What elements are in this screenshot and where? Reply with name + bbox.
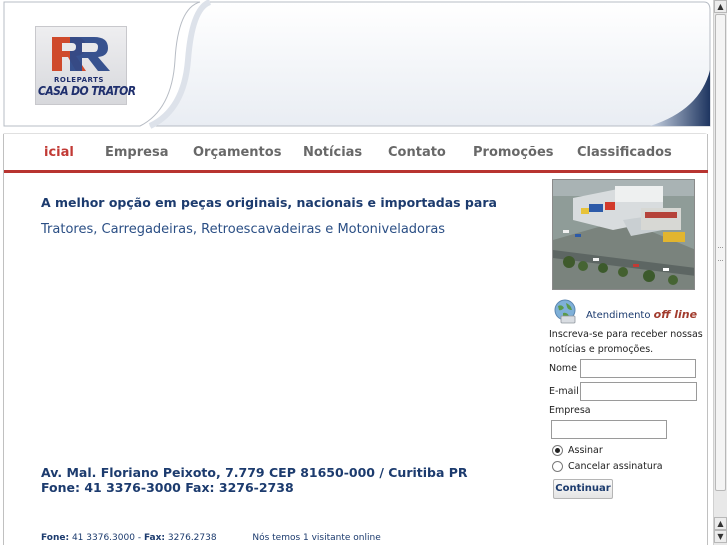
atendimento-globe-icon <box>554 299 576 324</box>
atendimento-offline: off line <box>653 308 698 321</box>
nav-item-noticias[interactable]: Notícias <box>303 145 362 160</box>
roleparts-logo[interactable]: ROLEPARTS CASA DO TRATOR <box>36 27 136 104</box>
email-label: E-mail <box>549 386 579 397</box>
footer-fone-label: Fone: <box>41 533 70 543</box>
atendimento-label: Atendimento <box>586 310 651 321</box>
nav-item-orcamentos[interactable]: Orçamentos <box>193 145 281 160</box>
radio-cancelar[interactable] <box>552 461 563 472</box>
scrollbar-thumb[interactable] <box>715 14 726 491</box>
nav-item-classificados[interactable]: Classificados <box>577 145 672 160</box>
header: ROLEPARTS CASA DO TRATOR <box>0 0 713 134</box>
atendimento-status: Atendimento off line <box>586 308 697 321</box>
phone-line: Fone: 41 3376-3000 Fax: 3276-2738 <box>41 480 294 495</box>
nav-item-contato[interactable]: Contato <box>388 145 446 160</box>
frame-left-border <box>3 134 4 545</box>
footer-separator: - <box>137 533 142 543</box>
email-field[interactable] <box>580 382 697 401</box>
main-nav: icial Empresa Orçamentos Notícias Contat… <box>4 134 708 174</box>
continuar-button[interactable]: Continuar <box>553 479 613 499</box>
address-line: Av. Mal. Floriano Peixoto, 7.779 CEP 816… <box>41 465 468 480</box>
scroll-up-icon[interactable]: ▲ <box>714 0 727 13</box>
radio-assinar-label: Assinar <box>568 445 603 456</box>
footer-fone-value: 41 3376.3000 <box>71 533 135 543</box>
logo-brand-name: CASA DO TRATOR <box>38 84 136 98</box>
footer-fax-label: Fax: <box>143 533 166 543</box>
footer: Fone: 41 3376.3000 - Fax: 3276.2738 Nós … <box>41 533 381 543</box>
nav-item-inicial[interactable]: icial <box>44 145 74 160</box>
store-photo <box>552 179 695 290</box>
scroll-down-icon[interactable]: ▼ <box>714 530 727 543</box>
scroll-up-icon-bottom[interactable]: ▲ <box>714 517 727 530</box>
nav-underline <box>4 170 708 173</box>
scrollbar-grip-icon <box>718 247 723 261</box>
nome-label: Nome <box>549 363 578 374</box>
logo-brand-top: ROLEPARTS <box>54 76 104 84</box>
newsletter-text-2: notícias e promoções. <box>549 344 654 355</box>
empresa-label: Empresa <box>549 405 591 416</box>
nome-field[interactable] <box>580 359 696 378</box>
address-block: Av. Mal. Floriano Peixoto, 7.779 CEP 816… <box>41 465 468 495</box>
empresa-field[interactable] <box>551 420 667 439</box>
newsletter-text-1: Inscreva-se para receber nossas <box>549 329 703 340</box>
vertical-scrollbar[interactable]: ▲ ▲ ▼ <box>713 0 727 545</box>
radio-assinar[interactable] <box>552 445 563 456</box>
main-subline: Tratores, Carregadeiras, Retroescavadeir… <box>41 222 446 237</box>
nav-item-promocoes[interactable]: Promoções <box>473 145 554 160</box>
page: ROLEPARTS CASA DO TRATOR icial Empresa O… <box>0 0 713 545</box>
radio-cancelar-label: Cancelar assinatura <box>568 461 663 472</box>
rr-logo-icon <box>52 37 110 71</box>
footer-fax-value: 3276.2738 <box>167 533 217 543</box>
main-headline: A melhor opção em peças originais, nacio… <box>41 195 497 210</box>
frame-right-border <box>707 134 708 545</box>
nav-item-empresa[interactable]: Empresa <box>105 145 168 160</box>
store-photo-image <box>553 180 694 289</box>
visitors-online: Nós temos 1 visitante online <box>252 533 381 543</box>
